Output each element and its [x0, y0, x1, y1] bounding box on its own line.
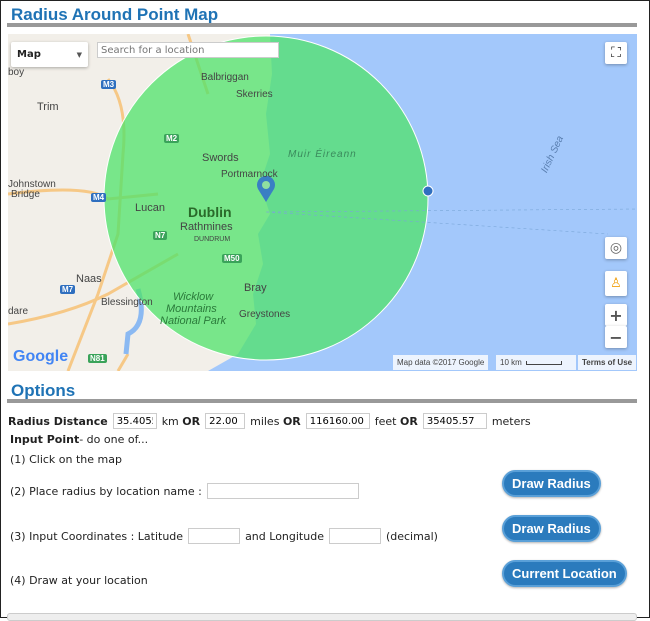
chevron-down-icon: ▼ — [76, 50, 82, 59]
input-point-hint: - do one of... — [79, 433, 149, 446]
map[interactable]: boy Trim Johnstown Bridge Balbriggan Ske… — [8, 34, 637, 371]
radius-distance-row: Radius Distance km OR miles OR feet OR m… — [8, 413, 531, 429]
location-search-input[interactable] — [97, 42, 279, 58]
feet-input[interactable] — [305, 413, 370, 429]
my-location-icon[interactable]: ◎ — [605, 237, 627, 259]
longitude-input[interactable] — [328, 528, 381, 544]
road-shield: M7 — [60, 285, 76, 294]
road-shield: M4 — [91, 193, 107, 202]
map-label: Swords — [202, 152, 239, 164]
radius-distance-label: Radius Distance — [8, 414, 108, 428]
map-label: Naas — [76, 273, 102, 285]
meters-input[interactable] — [422, 413, 487, 429]
map-label: Balbriggan — [201, 72, 249, 83]
current-location-button[interactable]: Current Location — [502, 560, 627, 587]
map-scale: 10 km — [496, 355, 576, 370]
map-label: Skerries — [236, 89, 273, 100]
or-label: OR — [282, 414, 301, 428]
map-label: Wicklow — [173, 291, 214, 303]
draw-radius-by-name-button[interactable]: Draw Radius — [502, 470, 601, 497]
road-shield: N81 — [88, 354, 107, 363]
map-label: Dublin — [188, 204, 232, 220]
map-type-value: Map — [17, 49, 41, 60]
longitude-label: and Longitude — [245, 529, 324, 543]
map-label: Lucan — [135, 202, 165, 214]
map-label: dare — [8, 306, 29, 317]
step-4: (4) Draw at your location — [10, 574, 148, 587]
map-label: DUNDRUM — [194, 236, 231, 243]
latitude-input[interactable] — [188, 528, 241, 544]
miles-input[interactable] — [205, 413, 246, 429]
feet-unit: feet — [374, 414, 397, 428]
bottom-panel — [7, 613, 637, 621]
zoom-out-button[interactable]: − — [605, 326, 627, 348]
location-name-input[interactable] — [206, 483, 359, 499]
map-label: Rathmines — [180, 221, 233, 233]
road-shield: M50 — [222, 254, 242, 263]
divider — [7, 23, 637, 27]
terms-of-use-link[interactable]: Terms of Use — [578, 355, 637, 370]
miles-unit: miles — [250, 414, 280, 428]
map-label: Mountains — [166, 303, 217, 315]
map-label: Bray — [244, 282, 267, 294]
road-shield: N7 — [153, 231, 168, 240]
step-2: (2) Place radius by location name : — [10, 483, 364, 499]
decimal-hint: (decimal) — [385, 529, 438, 543]
zoom-in-button[interactable]: + — [605, 304, 627, 326]
step-2-label: (2) Place radius by location name : — [10, 484, 202, 498]
km-input[interactable] — [112, 413, 157, 429]
map-attribution: Map data ©2017 Google — [393, 355, 489, 370]
input-point-label: Input Point — [10, 433, 80, 446]
divider — [7, 399, 637, 403]
road-shield: M2 — [164, 134, 180, 143]
draw-radius-by-coordinates-button[interactable]: Draw Radius — [502, 515, 601, 542]
street-view-pegman-icon[interactable]: ♙ — [605, 271, 627, 296]
map-label: Portmarnock — [221, 169, 278, 180]
map-label: National Park — [160, 315, 227, 327]
map-label: Trim — [37, 101, 59, 113]
map-type-select[interactable]: Map ▼ — [11, 42, 88, 67]
map-label: Greystones — [239, 309, 291, 320]
input-point-heading: Input Point - do one of... — [10, 433, 148, 446]
map-label: Muir Éireann — [288, 149, 357, 160]
road-shield: M3 — [101, 80, 117, 89]
map-label: Bridge — [11, 189, 40, 200]
latitude-label: (3) Input Coordinates : Latitude — [10, 529, 184, 543]
or-label: OR — [400, 414, 418, 428]
scale-bar — [525, 360, 562, 365]
fullscreen-icon[interactable]: ⛶ — [605, 42, 627, 64]
or-label: OR — [182, 414, 201, 428]
google-logo: Google — [13, 348, 69, 365]
map-label: Blessington — [101, 297, 153, 308]
map-label: boy — [8, 67, 25, 78]
step-3: (3) Input Coordinates : Latitude and Long… — [10, 528, 438, 544]
step-1: (1) Click on the map — [10, 453, 122, 466]
km-unit: km — [161, 414, 179, 428]
options-title: Options — [11, 381, 76, 400]
page-title: Radius Around Point Map — [11, 5, 219, 24]
edge-marker — [422, 185, 434, 197]
meters-unit: meters — [491, 414, 531, 428]
scale-label: 10 km — [500, 358, 522, 367]
